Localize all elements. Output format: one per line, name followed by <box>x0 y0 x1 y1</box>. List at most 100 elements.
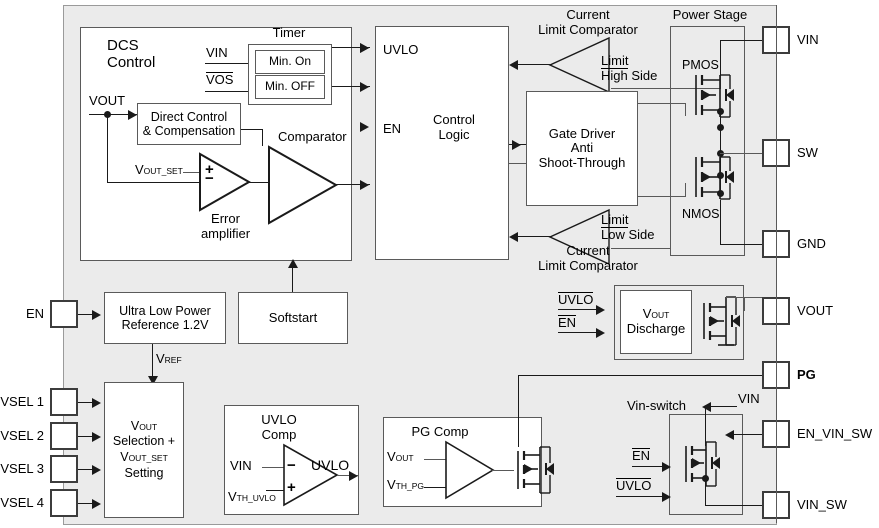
control-logic-label: Control Logic <box>433 112 475 142</box>
wire-dis-en <box>558 332 600 333</box>
timer-min-off: Min. OFF <box>255 75 325 99</box>
pin-VSEL2[interactable] <box>50 422 78 450</box>
arrow-vsel4 <box>92 499 101 509</box>
arrow-dis-en <box>596 328 605 338</box>
vin-switch-in-en: EN <box>632 448 651 463</box>
nmos-transistor <box>686 153 744 205</box>
vin-switch-in-uvlo: UVLO <box>616 478 652 493</box>
pin-SW-label: SW <box>797 145 818 160</box>
reference-block: Ultra Low Power Reference 1.2V <box>104 292 226 344</box>
wire-softstart-up <box>292 268 293 292</box>
arrow-comp-out <box>360 180 369 190</box>
arrow-vinsw-vin <box>702 402 711 412</box>
wire-vout-to-eaminus <box>107 182 200 183</box>
wire-vout-down <box>107 114 108 182</box>
wire-pg-vout <box>424 459 446 460</box>
vin-switch-title: Vin-switch <box>627 398 687 413</box>
pin-GND-label: GND <box>797 236 826 251</box>
wire-sw-node2 <box>720 160 721 194</box>
arrow-dis-uvlo <box>596 305 605 315</box>
pmos-transistor <box>686 71 744 123</box>
pin-VIN-label: VIN <box>797 32 819 47</box>
arrow-cl-en-in <box>360 122 369 132</box>
wire-vref <box>152 344 153 380</box>
uvlo-comp-in-th: VTH_UVLO <box>228 489 276 504</box>
wire-vinsw-uvlo <box>616 496 668 497</box>
signal-vin-label: VIN <box>206 45 228 60</box>
signal-vos-label: VOS <box>206 72 234 87</box>
pin-VSEL3-label: VSEL 3 <box>0 461 44 476</box>
pin-EN[interactable] <box>50 300 78 328</box>
timer-title: Timer <box>272 25 306 40</box>
gate-driver-block: Gate Driver Anti Shoot-Through <box>526 91 638 206</box>
wire-vin-rail-v <box>720 40 721 76</box>
pin-VSEL1[interactable] <box>50 388 78 416</box>
vref-label: VREF <box>156 351 182 366</box>
comparator-label: Comparator <box>278 129 347 144</box>
wire-gnd-rail-v <box>720 200 721 245</box>
pin-EN-label: EN <box>25 306 44 321</box>
pin-VSEL4[interactable] <box>50 489 78 517</box>
nmos-label: NMOS <box>682 207 720 221</box>
arrow-vinsw-en <box>662 462 671 472</box>
vin-switch-in-vin: VIN <box>738 391 760 406</box>
pg-comp-in-vout: VOUT <box>387 449 414 464</box>
wire-pg-comp-out <box>492 470 514 471</box>
arrow-envinsw <box>725 430 734 440</box>
wire-dc-down <box>262 129 263 146</box>
pg-output-transistor <box>512 445 562 495</box>
pin-VSEL2-label: VSEL 2 <box>0 428 44 443</box>
direct-control-block: Direct Control & Compensation <box>137 103 241 145</box>
uvlo-comp-in-vin: VIN <box>230 458 252 473</box>
wire-uvlo-vin <box>262 467 284 468</box>
pmos-label: PMOS <box>682 58 719 72</box>
uvlo-comp-out-label: UVLO <box>311 457 350 473</box>
block-diagram-canvas: DCS Control VIN VOS Timer Min. On Min. OF… <box>0 0 879 528</box>
wire-discharge-to-vout-v <box>744 297 745 311</box>
wire-pg-th <box>424 487 446 488</box>
wire-dis-uvlo <box>558 309 600 310</box>
wire-uvlo-th <box>266 490 284 491</box>
arrow-vsel3 <box>92 465 101 475</box>
pin-VSEL4-label: VSEL 4 <box>0 495 44 510</box>
arrow-cl-uvlo-in <box>360 43 369 53</box>
error-amp-caption: Error amplifier <box>200 211 251 241</box>
pg-comp-title: PG Comp <box>411 424 469 439</box>
wire-pg-up <box>518 375 519 447</box>
control-logic-in-uvlo: UVLO <box>383 42 419 57</box>
error-amp-minus: − <box>205 170 214 187</box>
wire-voutset <box>183 172 200 173</box>
pin-VSEL3[interactable] <box>50 455 78 483</box>
uvlo-comp-plus: + <box>287 479 296 496</box>
pin-VOUT-label: VOUT <box>797 303 834 318</box>
comparator <box>268 145 339 225</box>
discharge-transistor <box>700 295 748 349</box>
chip-right-rail <box>776 5 777 523</box>
wire-climit-low-out <box>512 236 552 237</box>
dcs-control-label: DCS Control <box>107 37 156 71</box>
climit-high-caption: Current Limit Comparator <box>538 7 638 37</box>
arrow-climit-low-out <box>509 232 518 242</box>
arrow-vsel1 <box>92 398 101 408</box>
control-logic-in-en: EN <box>383 121 402 136</box>
pg-comparator <box>445 440 495 500</box>
arrow-climit-high-out <box>509 60 518 70</box>
arrow-uvlo-out <box>349 471 358 481</box>
wire-climit-high-out <box>512 64 552 65</box>
wire-limit-low-sense <box>611 248 671 249</box>
discharge-in-en: EN <box>558 315 577 330</box>
pg-comp-in-th: VTH_PG <box>387 477 425 492</box>
uvlo-comp-title: UVLO Comp <box>261 412 297 442</box>
wire-cl-gd2 <box>509 163 526 164</box>
junction-sense-high <box>717 124 724 131</box>
arrow-softstart-up <box>288 259 298 268</box>
control-logic-block <box>375 26 509 260</box>
arrow-vinsw-uvlo <box>662 492 671 502</box>
discharge-in-uvlo: UVLO <box>558 292 594 307</box>
arrow-vsel2 <box>92 432 101 442</box>
timer-min-on: Min. On <box>255 50 325 74</box>
wire-dc-out <box>241 129 263 130</box>
wire-pg-to-pin <box>518 375 776 376</box>
pin-VSEL1-label: VSEL 1 <box>0 394 44 409</box>
vout-set-label: VOUT_SET <box>135 162 183 177</box>
